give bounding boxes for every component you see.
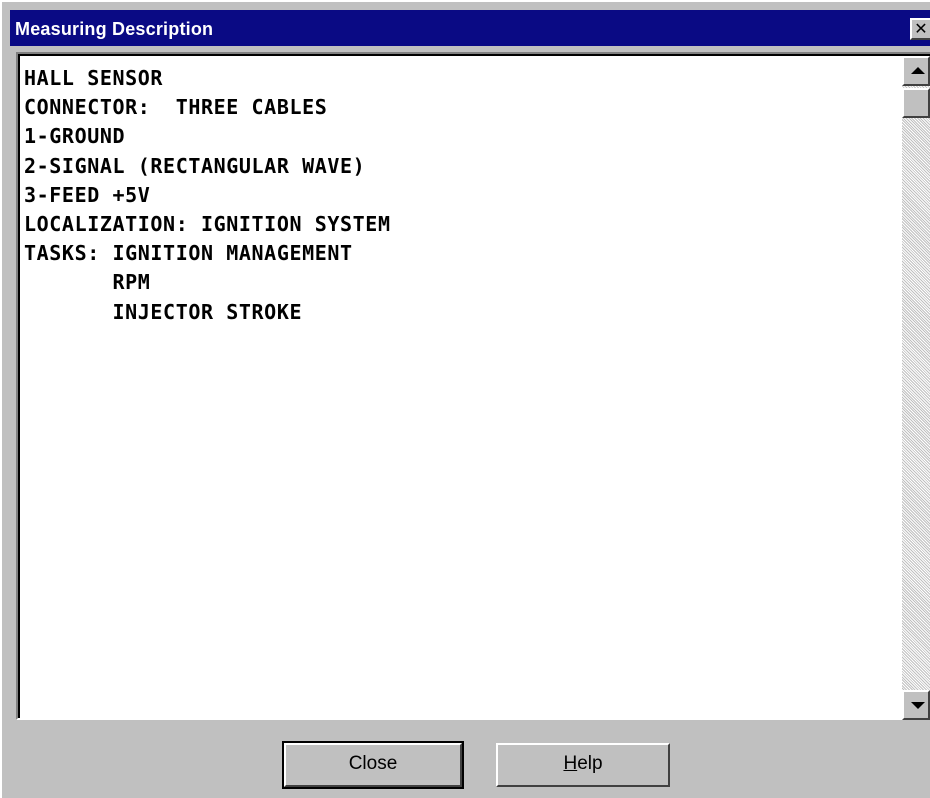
title-bar[interactable]: Measuring Description ✕	[10, 10, 930, 46]
text-area-inner-border: HALL SENSOR CONNECTOR: THREE CABLES 1-GR…	[18, 54, 930, 720]
vertical-scrollbar[interactable]	[902, 56, 930, 720]
close-icon[interactable]: ✕	[910, 18, 930, 40]
description-line: 2-SIGNAL (RECTANGULAR WAVE)	[24, 153, 366, 178]
description-line: HALL SENSOR	[24, 66, 164, 90]
help-button-label: elp	[577, 753, 603, 774]
scroll-up-button[interactable]	[902, 56, 930, 86]
close-button[interactable]: Close	[282, 741, 464, 789]
help-accelerator-key: H	[563, 753, 578, 774]
description-line: TASKS: IGNITION MANAGEMENT	[24, 241, 353, 266]
measuring-description-dialog: Measuring Description ✕ HALL SENSOR CONN…	[0, 0, 930, 798]
description-line: CONNECTOR: THREE CABLES	[24, 95, 328, 120]
description-text-area[interactable]: HALL SENSOR CONNECTOR: THREE CABLES 1-GR…	[16, 52, 930, 720]
triangle-down-icon	[911, 702, 925, 709]
description-content: HALL SENSOR CONNECTOR: THREE CABLES 1-GR…	[24, 64, 904, 327]
help-button[interactable]: Help	[496, 743, 670, 787]
close-button-label: Close	[348, 753, 398, 774]
description-line: RPM	[24, 270, 151, 295]
description-line: 1-GROUND	[24, 124, 126, 149]
scroll-down-button[interactable]	[902, 690, 930, 720]
window-title: Measuring Description	[15, 19, 214, 39]
description-line: LOCALIZATION: IGNITION SYSTEM	[24, 211, 391, 236]
description-line: INJECTOR STROKE	[24, 299, 303, 324]
scrollbar-thumb[interactable]	[902, 88, 930, 118]
description-line: 3-FEED +5V	[24, 182, 151, 207]
triangle-up-icon	[911, 67, 925, 74]
